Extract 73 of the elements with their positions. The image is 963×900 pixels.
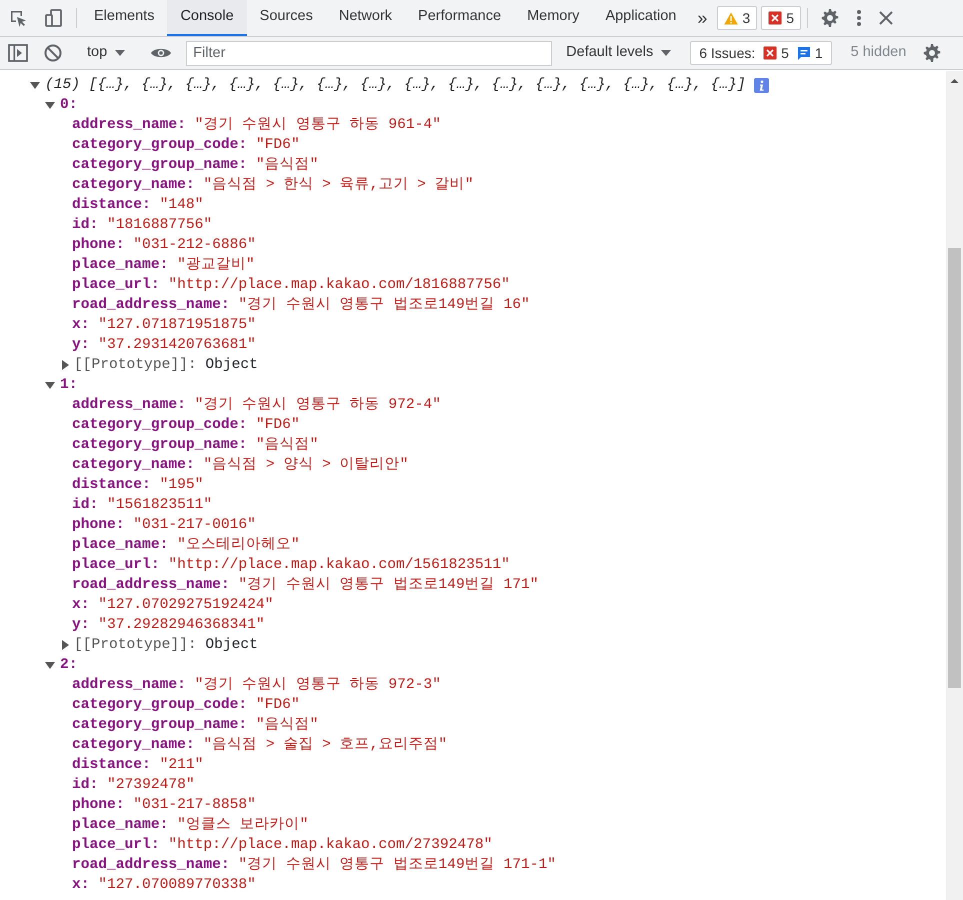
errors-counter[interactable]: 5 — [761, 6, 801, 30]
tab[interactable]: Sources — [246, 0, 326, 36]
property-line: place_name: "오스테리아헤오" — [71, 536, 301, 555]
hidden-count: 5 hidden — [850, 43, 908, 62]
eye-icon[interactable] — [150, 46, 172, 60]
property-line: distance: "195" — [71, 476, 204, 495]
array-preview[interactable]: (15) [{…}, {…}, {…}, {…}, {…}, {…}, {…}, {…}, {…}, {…}, {…}, {…}, {…}, {…}, {…}] — [45, 75, 746, 95]
property-line: category_name: "음식점 > 양식 > 이탈리안" — [71, 456, 410, 475]
tab[interactable]: Memory — [514, 0, 592, 36]
filter-field[interactable]: Filter — [186, 40, 552, 66]
property-line: id: "1816887756" — [71, 216, 214, 235]
property-line: id: "27392478" — [71, 776, 196, 795]
settings-icon[interactable] — [820, 8, 840, 28]
tab[interactable]: Elements — [81, 0, 168, 36]
property-line: phone: "031-217-0016" — [71, 516, 257, 535]
issues-button[interactable]: 6 Issues: 5 1 — [690, 41, 832, 65]
property-line: place_name: "광교갈비" — [71, 256, 256, 275]
property-line: x: "127.07029275192424" — [71, 596, 274, 615]
property-line: x: "127.071871951875" — [71, 316, 257, 335]
property-line: category_group_code: "FD6" — [71, 416, 301, 435]
property-line: x: "127.070089770338" — [71, 876, 257, 895]
message-icon — [796, 46, 811, 60]
property-line: category_name: "음식점 > 한식 > 육류,고기 > 갈비" — [71, 176, 474, 195]
property-line: y: "37.2931420763681" — [71, 336, 257, 355]
property-line: category_group_code: "FD6" — [71, 136, 301, 155]
property-line: phone: "031-212-6886" — [71, 236, 257, 255]
warnings-counter[interactable]: 3 — [717, 6, 758, 30]
tab[interactable]: Network — [326, 0, 406, 36]
warning-icon — [724, 12, 738, 24]
caret-icon — [661, 50, 672, 56]
object-index[interactable]: 0: — [0, 95, 946, 115]
tab[interactable]: Performance — [405, 0, 514, 36]
error-icon — [768, 11, 782, 25]
property-line: road_address_name: "경기 수원시 영통구 법조로149번길 171-1" — [71, 856, 558, 875]
property-line: category_group_name: "음식점" — [71, 436, 320, 455]
caret-icon — [115, 50, 126, 56]
property-line: place_url: "http://place.map.kakao.com/27392478" — [71, 836, 494, 855]
property-line: address_name: "경기 수원시 영통구 하동 961-4" — [71, 116, 442, 135]
tab[interactable]: Application — [592, 0, 690, 36]
property-line: category_group_code: "FD6" — [71, 696, 301, 715]
expand-arrow-icon[interactable] — [30, 82, 40, 88]
context-dropdown[interactable]: top — [79, 42, 134, 64]
property-line: distance: "211" — [71, 756, 204, 775]
prototype-line[interactable]: [[Prototype]]: Object — [0, 635, 946, 655]
property-line: address_name: "경기 수원시 영통구 하동 972-4" — [71, 396, 442, 415]
property-line: address_name: "경기 수원시 영통구 하동 972-3" — [71, 676, 442, 695]
property-line: place_url: "http://place.map.kakao.com/1561823511" — [71, 556, 511, 575]
sidebar-toggle-icon[interactable] — [8, 44, 28, 62]
property-line: category_group_name: "음식점" — [71, 156, 320, 175]
property-line: place_name: "엉클스 보라카이" — [71, 816, 310, 835]
settings-icon[interactable] — [922, 43, 942, 63]
error-icon — [763, 46, 778, 60]
more-tabs-button[interactable]: » — [689, 0, 716, 36]
tab[interactable]: Console — [167, 0, 247, 36]
levels-dropdown[interactable]: Default levels — [558, 42, 680, 64]
property-line: category_name: "음식점 > 술집 > 호프,요리주점" — [71, 736, 448, 755]
object-index[interactable]: 1: — [0, 375, 946, 395]
object-index[interactable]: 2: — [0, 655, 946, 675]
property-line: place_url: "http://place.map.kakao.com/1816887756" — [71, 276, 511, 295]
property-line: id: "1561823511" — [71, 496, 214, 515]
property-line: road_address_name: "경기 수원시 영통구 법조로149번길 171" — [71, 576, 540, 595]
property-line: category_group_name: "음식점" — [71, 716, 320, 735]
property-line: road_address_name: "경기 수원시 영통구 법조로149번길 16" — [71, 296, 531, 315]
prototype-line[interactable]: [[Prototype]]: Object — [0, 355, 946, 375]
info-icon — [754, 78, 769, 92]
clear-icon[interactable] — [44, 44, 62, 62]
more-options-icon[interactable] — [856, 9, 862, 27]
device-icon[interactable] — [44, 8, 64, 28]
property-line: distance: "148" — [71, 196, 204, 215]
property-line: y: "37.29282946368341" — [71, 616, 266, 635]
inspect-icon[interactable] — [8, 8, 28, 28]
close-icon[interactable] — [878, 10, 894, 26]
property-line: phone: "031-217-8858" — [71, 796, 257, 815]
